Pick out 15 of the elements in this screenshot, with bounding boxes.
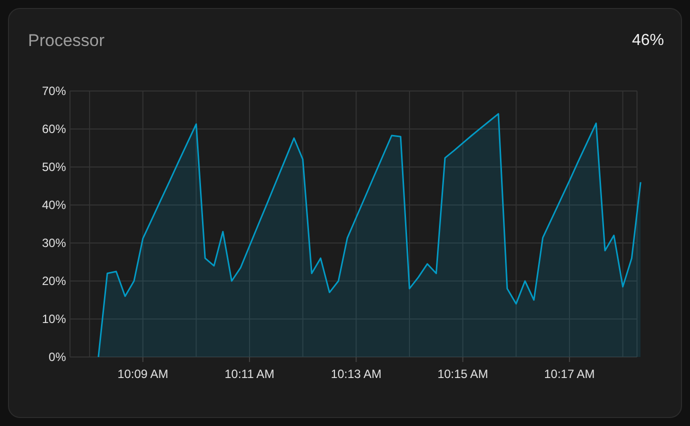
current-value: 46% [632,32,664,50]
x-axis-label: 10:09 AM [118,367,168,381]
x-axis-label: 10:15 AM [437,367,488,381]
y-axis-label: 10% [42,312,66,326]
x-axis-label: 10:13 AM [330,367,382,381]
card-title: Processor [28,31,105,51]
y-axis-label: 0% [48,350,66,364]
y-axis-label: 30% [42,236,66,250]
y-axis-label: 50% [42,160,66,174]
y-axis-label: 70% [42,84,66,98]
y-axis-label: 40% [42,198,66,212]
y-axis-label: 20% [42,274,66,288]
y-axis-label: 60% [42,122,66,136]
x-axis-label: 10:17 AM [544,367,595,381]
x-axis-label: 10:11 AM [224,367,274,381]
